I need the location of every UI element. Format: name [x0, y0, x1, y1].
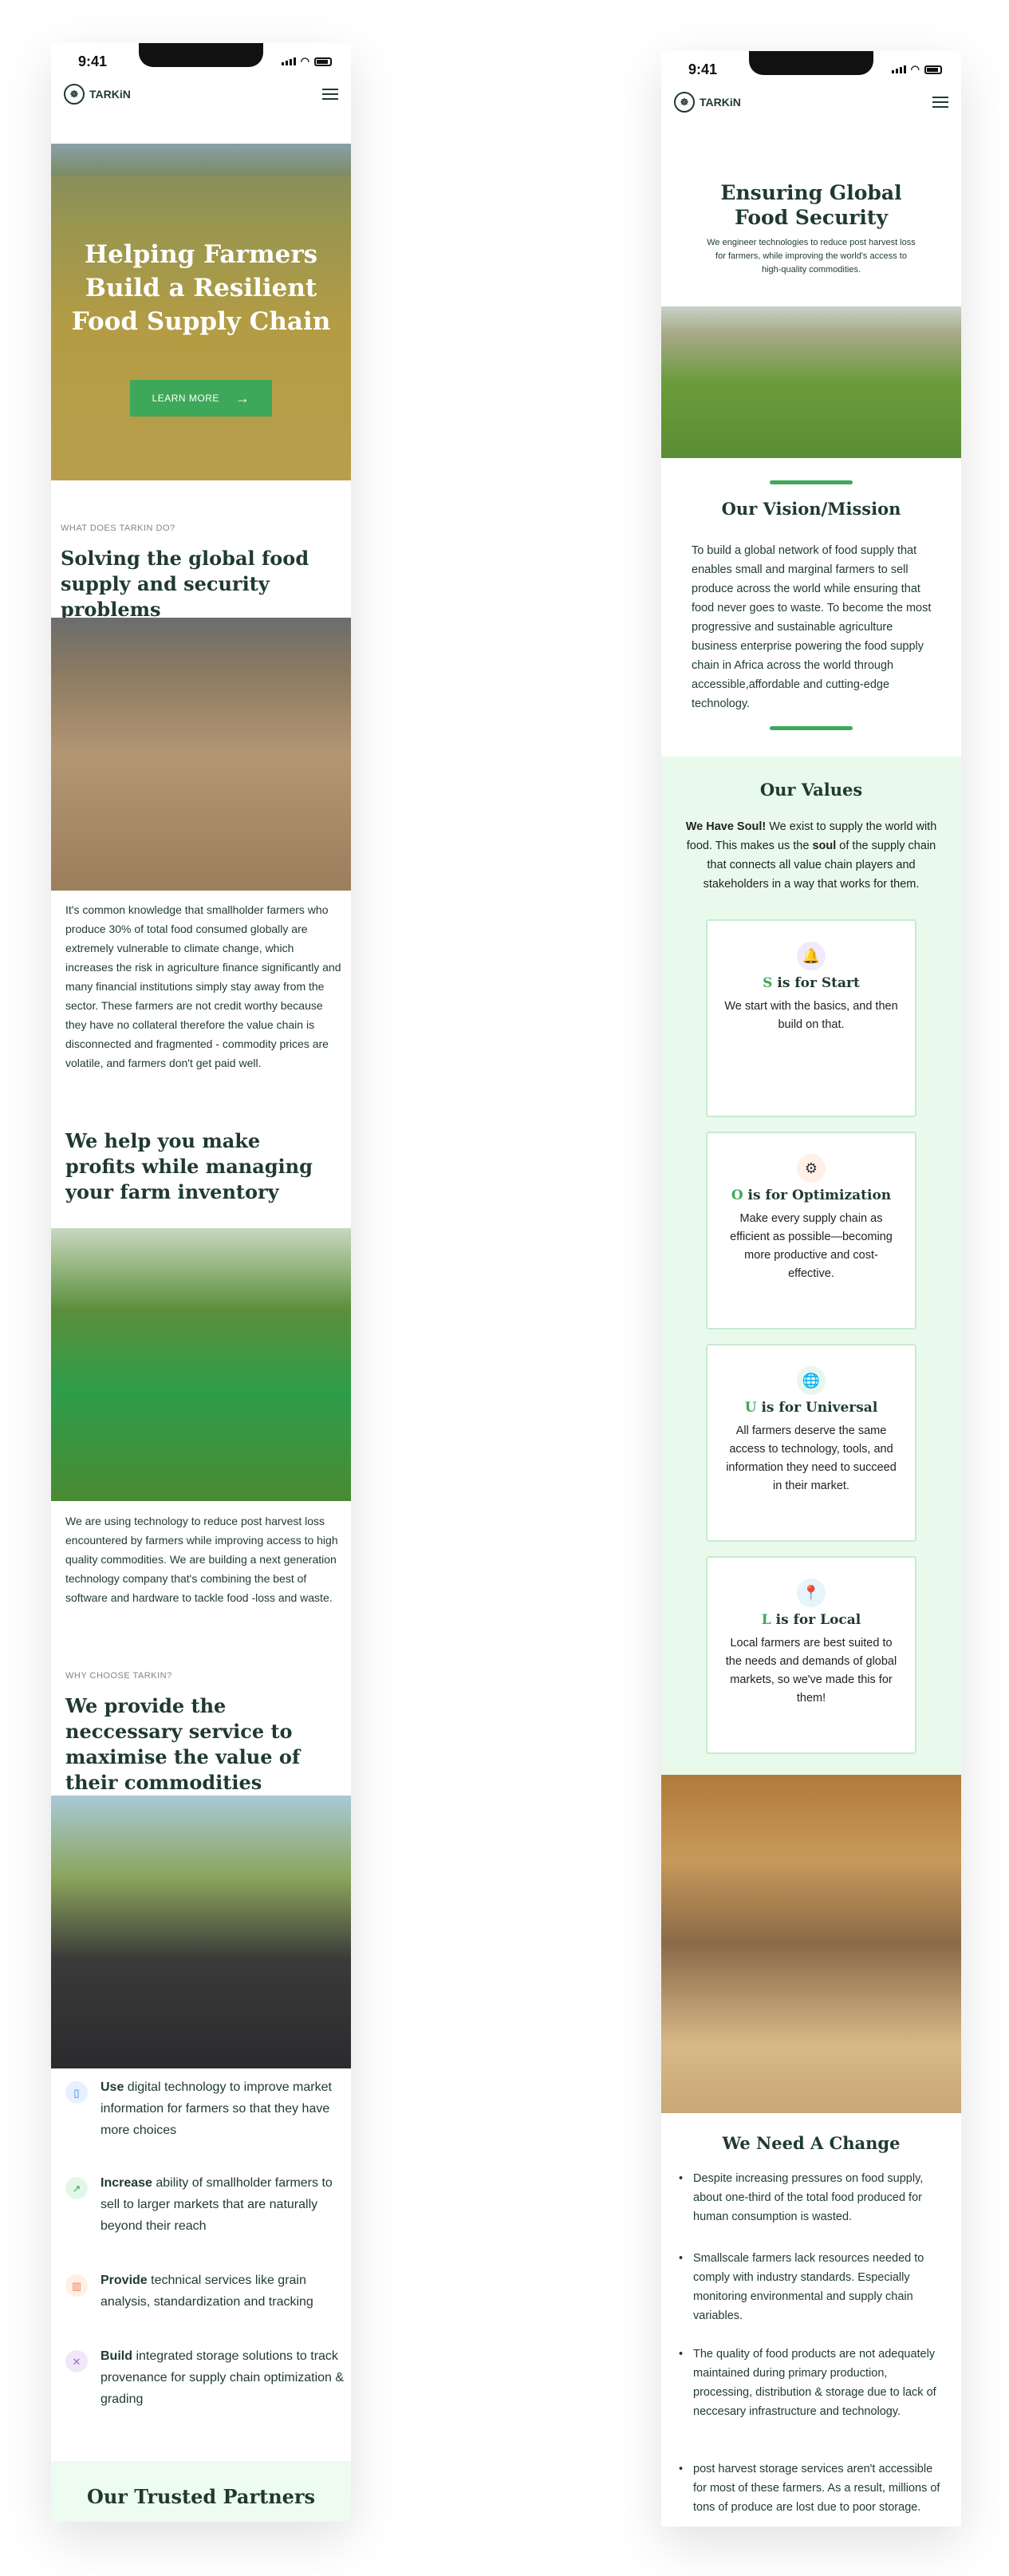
farmer-photo — [51, 1228, 351, 1501]
values-section: Our Values We Have Soul! We exist to sup… — [661, 757, 961, 1775]
values-intro: We Have Soul! We exist to supply the wor… — [677, 817, 945, 894]
page-subtitle: We engineer technologies to reduce post … — [707, 238, 916, 275]
benefit-item: ▯ Use digital technology to improve mark… — [65, 2076, 345, 2141]
learn-more-button[interactable]: LEARN MORE → — [130, 380, 272, 417]
notch — [749, 51, 873, 75]
wifi-icon: ◠ — [300, 55, 309, 67]
learn-more-label: LEARN MORE — [152, 393, 219, 404]
benefit-bold: Provide — [101, 2274, 148, 2287]
value-text: We start with the basics, and then build… — [724, 1000, 898, 1031]
page-title: Ensuring Global Food Security — [720, 181, 902, 229]
benefit-item: ↗ Increase ability of smallholder farmer… — [65, 2172, 345, 2237]
phone-screen-about: 9:41 ◠ ☸ TARKiN Ensuring Global Food Sec… — [661, 51, 961, 2527]
trend-up-icon: ↗ — [65, 2177, 88, 2199]
globe-icon: 🌐 — [797, 1366, 826, 1395]
value-card-local: 📍 L is for Local Local farmers are best … — [706, 1556, 916, 1754]
signal-icon — [281, 57, 296, 65]
arrow-right-icon: → — [235, 389, 250, 406]
intro-paragraph: It's common knowledge that smallholder f… — [65, 903, 341, 1069]
battery-icon — [314, 57, 332, 66]
benefit-text: digital technology to improve market inf… — [101, 2080, 332, 2137]
hero-title: Helping Farmers Build a Resilient Food S… — [71, 240, 331, 336]
why-eyebrow: WHY CHOOSE TARKIN? — [65, 1671, 172, 1681]
value-card-universal: 🌐 U is for Universal All farmers deserve… — [706, 1344, 916, 1542]
value-card-optimization: ⚙ O is for Optimization Make every suppl… — [706, 1132, 916, 1329]
notch — [139, 43, 263, 67]
phone-screen-home: 9:41 ◠ ☸ TARKiN Helping Farmers Build a … — [51, 43, 351, 2522]
status-bar: 9:41 ◠ — [661, 51, 961, 86]
technology-paragraph: We are using technology to reduce post h… — [65, 1515, 338, 1604]
divider — [770, 726, 853, 730]
profits-heading: We help you make profits while managing … — [65, 1129, 313, 1203]
section-heading: Solving the global food supply and secur… — [61, 547, 309, 621]
section-eyebrow: WHAT DOES TARKIN DO? — [61, 523, 175, 533]
rocket-icon: 🔔 — [797, 942, 826, 970]
change-item: Despite increasing pressures on food sup… — [679, 2169, 947, 2226]
value-text: Make every supply chain as efficient as … — [730, 1212, 893, 1280]
values-intro-soul: soul — [812, 840, 837, 852]
benefit-item: ✕ Build integrated storage solutions to … — [65, 2345, 345, 2410]
brand-name: TARKiN — [700, 96, 741, 109]
hero-sky — [51, 144, 351, 176]
status-icons: ◠ — [281, 55, 332, 68]
change-item: The quality of food products are not ade… — [679, 2345, 947, 2421]
change-item: post harvest storage services aren't acc… — [679, 2459, 947, 2517]
change-title: We Need A Change — [722, 2133, 901, 2153]
benefit-item: ▥ Provide technical services like grain … — [65, 2270, 345, 2313]
benefit-bold: Use — [101, 2080, 124, 2094]
battery-icon — [924, 65, 942, 74]
tools-icon: ✕ — [65, 2350, 88, 2373]
service-heading: We provide the neccessary service to max… — [65, 1694, 301, 1794]
menu-icon[interactable] — [322, 89, 338, 100]
status-bar: 9:41 ◠ — [51, 43, 351, 78]
status-time: 9:41 — [78, 53, 108, 69]
value-title: O is for Optimization — [731, 1187, 892, 1203]
value-text: All farmers deserve the same access to t… — [726, 1424, 897, 1492]
brand-name: TARKiN — [89, 88, 131, 101]
value-title: U is for Universal — [744, 1400, 878, 1416]
value-card-start: 🔔 S is for Start We start with the basic… — [706, 919, 916, 1117]
top-navbar: ☸ TARKiN — [661, 86, 961, 118]
top-navbar: ☸ TARKiN — [51, 78, 351, 110]
hero-banner: Helping Farmers Build a Resilient Food S… — [51, 144, 351, 480]
vision-title: Our Vision/Mission — [721, 499, 901, 519]
divider — [770, 480, 853, 484]
logo-icon: ☸ — [674, 92, 695, 113]
bar-chart-icon: ▥ — [65, 2274, 88, 2297]
wifi-icon: ◠ — [910, 63, 920, 75]
menu-icon[interactable] — [932, 97, 948, 108]
vision-text: To build a global network of food supply… — [692, 544, 932, 710]
signal-icon — [891, 65, 906, 73]
location-icon: 📍 — [797, 1578, 826, 1607]
field-photo — [661, 306, 961, 458]
value-title: S is for Start — [763, 975, 860, 991]
status-time: 9:41 — [688, 61, 718, 77]
phone-icon: ▯ — [65, 2081, 88, 2104]
partners-section: Our Trusted Partners — [51, 2461, 351, 2522]
benefit-text: integrated storage solutions to track pr… — [101, 2349, 345, 2406]
status-icons: ◠ — [891, 63, 942, 76]
value-text: Local farmers are best suited to the nee… — [725, 1637, 897, 1705]
logo-icon: ☸ — [64, 84, 85, 105]
brand-logo[interactable]: ☸ TARKiN — [64, 84, 131, 105]
gear-icon: ⚙ — [797, 1154, 826, 1183]
values-intro-bold: We Have Soul! — [685, 820, 767, 833]
value-title: L is for Local — [761, 1612, 861, 1628]
benefit-bold: Build — [101, 2349, 132, 2363]
warehouse-photo — [51, 618, 351, 891]
brand-logo[interactable]: ☸ TARKiN — [674, 92, 741, 113]
farmer-hat-photo — [661, 1775, 961, 2113]
farmer-portrait-photo — [51, 1796, 351, 2068]
benefit-bold: Increase — [101, 2176, 152, 2190]
partners-title: Our Trusted Partners — [86, 2485, 316, 2508]
values-title: Our Values — [759, 780, 863, 800]
change-item: Smallscale farmers lack resources needed… — [679, 2249, 947, 2325]
